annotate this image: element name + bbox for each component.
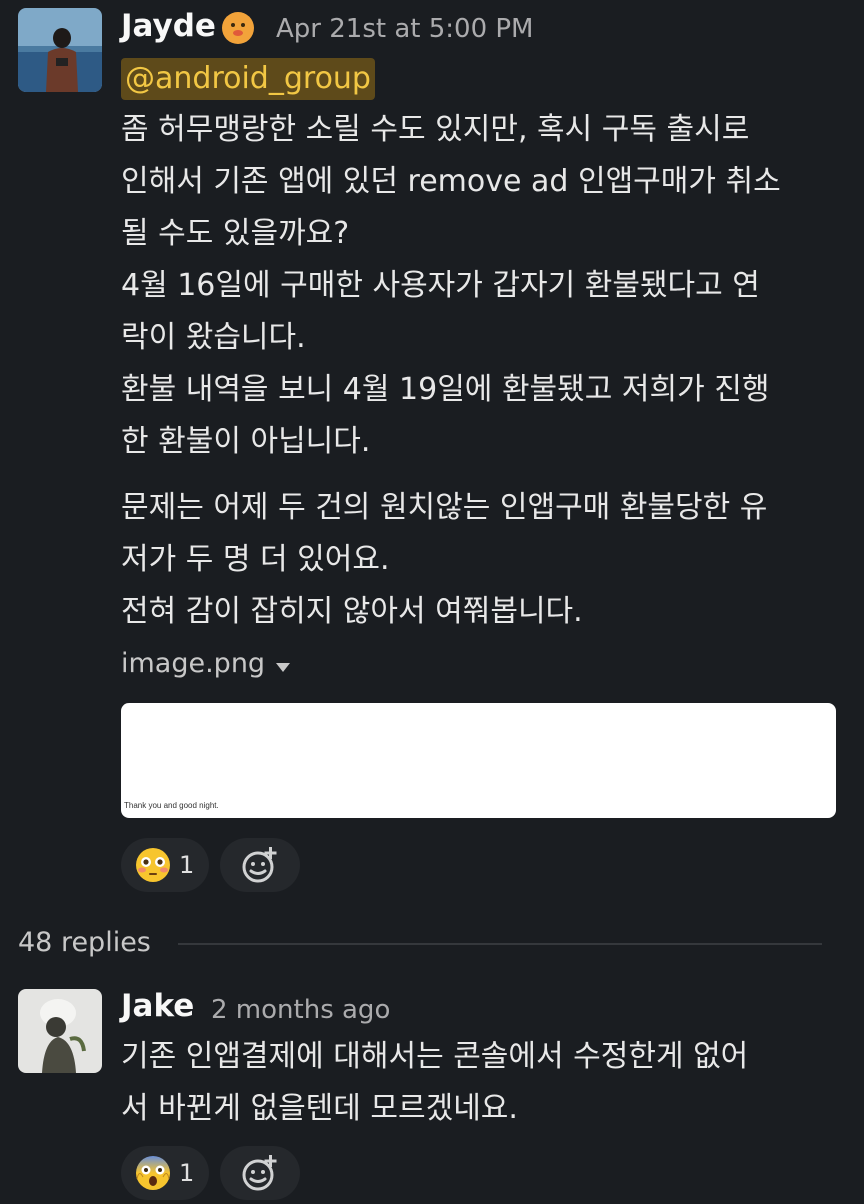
- divider: [178, 943, 822, 945]
- add-emoji-icon: [242, 1155, 277, 1191]
- add-reaction-button[interactable]: [220, 838, 300, 892]
- reaction-count: 1: [179, 851, 195, 879]
- reply-body: 기존 인앱결제에 대해서는 콘솔에서 수정한게 없어 서 바뀐게 없을텐데 모르…: [121, 1031, 841, 1135]
- attachment-image-text: Thank you and good night.: [124, 801, 219, 810]
- reaction-count: 1: [179, 1159, 195, 1187]
- reaction-pill[interactable]: 1: [121, 1146, 209, 1200]
- author-name[interactable]: Jayde: [121, 8, 216, 44]
- user-group-mention[interactable]: @android_group: [121, 58, 375, 100]
- message-line: 환불 내역을 보니 4월 19일에 환불됐고 저희가 진행: [121, 372, 770, 407]
- message-body: 좀 허무맹랑한 소릴 수도 있지만, 혹시 구독 출시로 인해서 기존 앱에 있…: [121, 104, 841, 638]
- reply-author-name[interactable]: Jake: [121, 988, 194, 1024]
- message-line: 좀 허무맹랑한 소릴 수도 있지만, 혹시 구독 출시로: [121, 112, 750, 147]
- message-line: 전혀 감이 잡히지 않아서 여쭤봅니다.: [121, 594, 583, 629]
- reaction-pill[interactable]: 1: [121, 838, 209, 892]
- message-timestamp[interactable]: Apr 21st at 5:00 PM: [276, 14, 534, 44]
- reply-line: 기존 인앱결제에 대해서는 콘솔에서 수정한게 없어: [121, 1039, 749, 1074]
- attachment-filename[interactable]: image.png: [121, 648, 265, 679]
- message-line: 한 환불이 아닙니다.: [121, 424, 371, 459]
- message-line: 될 수도 있을까요?: [121, 216, 350, 251]
- avatar-jayde[interactable]: [18, 8, 102, 92]
- message-line: 락이 왔습니다.: [121, 320, 306, 355]
- message-line: 문제는 어제 두 건의 원치않는 인앱구매 환불당한 유: [121, 490, 768, 525]
- replies-count[interactable]: 48 replies: [18, 927, 151, 958]
- screaming-face-icon: [136, 1156, 170, 1190]
- reply-timestamp[interactable]: 2 months ago: [211, 995, 390, 1025]
- reply-line: 서 바뀐게 없을텐데 모르겠네요.: [121, 1091, 518, 1126]
- add-reaction-button[interactable]: [220, 1146, 300, 1200]
- flushed-face-icon: [136, 848, 170, 882]
- add-emoji-icon: [242, 847, 277, 883]
- chevron-down-icon[interactable]: [276, 663, 290, 672]
- message-line: 인해서 기존 앱에 있던 remove ad 인앱구매가 취소: [121, 164, 781, 199]
- attachment-image[interactable]: Thank you and good night.: [121, 703, 836, 818]
- status-emoji-icon: [222, 12, 254, 44]
- message-line: 저가 두 명 더 있어요.: [121, 542, 390, 577]
- avatar-jake[interactable]: [18, 989, 102, 1073]
- message-line: 4월 16일에 구매한 사용자가 갑자기 환불됐다고 연: [121, 268, 760, 303]
